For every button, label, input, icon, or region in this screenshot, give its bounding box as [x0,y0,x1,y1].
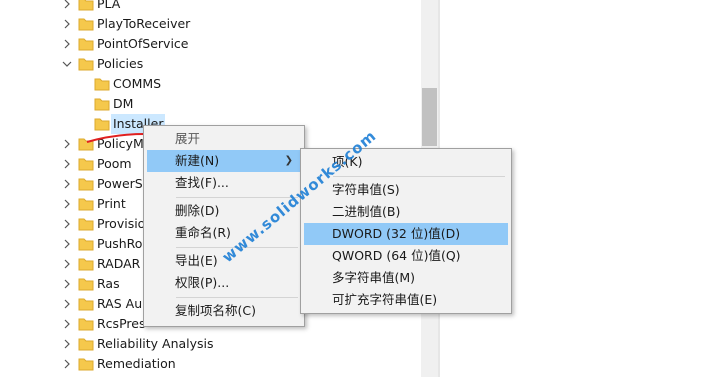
chevron-right-icon[interactable] [62,159,72,169]
chevron-right-icon[interactable] [62,19,72,29]
context-menu-item[interactable]: 新建(N) ❯ [147,150,301,172]
folder-icon [78,277,94,291]
tree-scrollbar-thumb[interactable] [422,88,437,146]
chevron-right-icon[interactable] [62,359,72,369]
tree-item[interactable]: Policies [0,54,420,74]
tree-item[interactable]: COMMS [0,74,420,94]
submenu-item[interactable]: 可扩充字符串值(E) [304,289,508,311]
chevron-right-icon[interactable] [62,279,72,289]
folder-icon [94,77,110,91]
folder-icon [78,297,94,311]
tree-item-label: COMMS [113,76,162,91]
context-menu-item: 展开 [147,128,301,150]
chevron-right-icon[interactable] [62,179,72,189]
tree-item-label: Remediation [97,356,176,371]
folder-icon [78,17,94,31]
tree-item-label: Policies [97,56,144,71]
submenu-item[interactable]: QWORD (64 位)值(Q) [304,245,508,267]
chevron-right-icon[interactable] [62,219,72,229]
context-menu-item[interactable]: 权限(P)... [147,272,301,294]
folder-icon [78,37,94,51]
tree-item-label: PushRo [97,236,143,251]
tree-item[interactable]: PointOfService [0,34,420,54]
tree-item-label: DM [113,96,134,111]
submenu-item[interactable]: 字符串值(S) [304,179,508,201]
chevron-right-icon[interactable] [62,0,72,9]
folder-icon [94,97,110,111]
submenu-item[interactable]: 二进制值(B) [304,201,508,223]
tree-item-label: RcsPres [97,316,146,331]
context-menu-item-label: 重命名(R) [175,225,231,240]
submenu-item[interactable]: DWORD (32 位)值(D) [304,223,508,245]
submenu-item-label: 可扩充字符串值(E) [332,292,438,307]
tree-item-label: PLA [97,0,121,11]
tree-item[interactable]: Remediation [0,354,420,374]
chevron-right-icon[interactable] [62,39,72,49]
tree-item-label: Ras [97,276,120,291]
folder-icon [78,337,94,351]
context-menu-item-label: 新建(N) [175,153,220,168]
submenu-separator [333,176,505,177]
tree-item[interactable]: PLA [0,0,420,14]
folder-icon [78,197,94,211]
tree-item-label: Provisio [97,216,146,231]
chevron-right-icon[interactable] [62,259,72,269]
folder-icon [78,157,94,171]
chevron-right-icon[interactable] [62,339,72,349]
chevron-right-icon[interactable] [62,319,72,329]
submenu-item-label: 字符串值(S) [332,182,400,197]
chevron-right-icon[interactable] [62,139,72,149]
tree-item-label: Reliability Analysis [97,336,214,351]
tree-item[interactable]: PlayToReceiver [0,14,420,34]
chevron-right-icon[interactable] [62,299,72,309]
context-menu-item-label: 删除(D) [175,203,220,218]
tree-item[interactable]: Reliability Analysis [0,334,420,354]
chevron-right-icon[interactable] [62,239,72,249]
folder-icon [78,317,94,331]
folder-icon [78,237,94,251]
chevron-right-icon[interactable] [62,199,72,209]
folder-icon [78,57,94,71]
folder-icon [78,357,94,371]
tree-item-label: Poom [97,156,132,171]
context-menu-item[interactable]: 复制项名称(C) [147,300,301,322]
tree-item-label: PointOfService [97,36,189,51]
tree-item-label: Print [97,196,126,211]
context-menu-item[interactable]: 查找(F)... [147,172,301,194]
submenu-item-label: DWORD (32 位)值(D) [332,226,461,241]
folder-icon [78,257,94,271]
folder-icon [78,0,94,11]
submenu-item[interactable]: 多字符串值(M) [304,267,508,289]
context-menu-item-label: 复制项名称(C) [175,303,256,318]
context-menu-item-label: 查找(F)... [175,175,229,190]
tree-item-label: PlayToReceiver [97,16,191,31]
tree-item-label: PowerS [97,176,143,191]
context-menu-item-label: 权限(P)... [175,275,230,290]
submenu-arrow-icon: ❯ [284,155,293,166]
context-menu-item-label: 导出(E) [175,253,218,268]
submenu-item-label: 二进制值(B) [332,204,401,219]
chevron-down-icon[interactable] [62,59,72,69]
submenu-item-label: QWORD (64 位)值(Q) [332,248,461,263]
tree-item-label: RADAR [97,256,141,271]
submenu-item-label: 多字符串值(M) [332,270,416,285]
folder-icon [78,177,94,191]
tree-item[interactable]: DM [0,94,420,114]
context-menu-separator [176,197,298,198]
context-menu-item-label: 展开 [175,131,201,146]
tree-item-label: RAS Au [97,296,143,311]
folder-icon [78,217,94,231]
context-menu-separator [176,297,298,298]
